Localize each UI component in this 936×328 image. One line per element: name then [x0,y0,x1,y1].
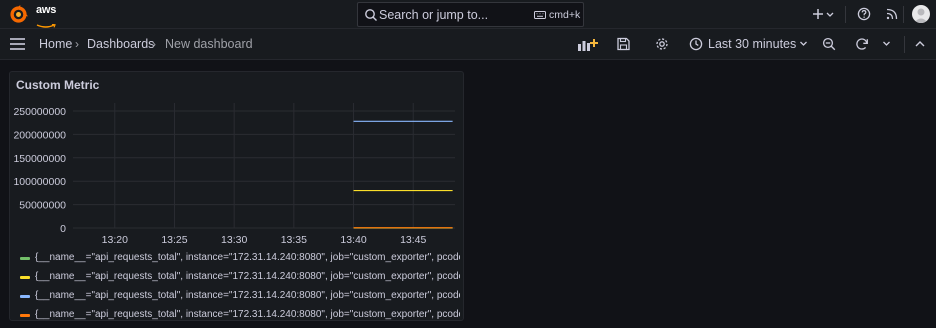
refresh-icon[interactable] [855,37,869,51]
breadcrumb-current: New dashboard [165,37,253,51]
legend-swatch [20,295,30,298]
top-bar: aws Search or jump to... cmd+k [0,0,936,29]
search-icon [365,9,377,21]
collapse-icon[interactable] [914,38,926,50]
settings-icon[interactable] [655,37,669,51]
divider [903,6,904,23]
breadcrumb-home[interactable]: Home [39,37,72,51]
zoom-out-icon[interactable] [822,37,836,51]
avatar[interactable] [912,5,930,23]
legend-swatch [20,276,30,279]
divider [904,36,905,53]
y-axis-tick-label: 200000000 [13,129,66,141]
chart-legend: {__name__="api_requests_total", instance… [20,249,460,325]
menu-icon[interactable] [10,38,25,50]
legend-label: {__name__="api_requests_total", instance… [35,309,460,320]
x-axis-tick-label: 13:45 [400,234,426,246]
plus-icon[interactable] [812,7,824,21]
x-axis-tick-label: 13:20 [102,234,128,246]
legend-swatch [20,314,30,317]
legend-item[interactable]: {__name__="api_requests_total", instance… [20,249,460,268]
chevron-down-icon[interactable] [826,7,834,21]
clock-icon[interactable] [689,37,703,51]
legend-label: {__name__="api_requests_total", instance… [35,271,460,282]
divider [845,6,846,23]
legend-swatch [20,257,30,260]
breadcrumb-dashboards[interactable]: Dashboards [87,37,154,51]
keyboard-icon [534,11,546,19]
legend-label: {__name__="api_requests_total", instance… [35,252,460,263]
breadcrumb-separator: › [152,37,156,51]
news-feed-icon[interactable] [885,7,899,21]
aws-logo-text: aws [36,4,57,16]
search-shortcut: cmd+k [549,9,581,21]
legend-item[interactable]: {__name__="api_requests_total", instance… [20,306,460,325]
x-axis-tick-label: 13:25 [161,234,187,246]
chevron-down-icon[interactable] [799,38,808,50]
y-axis-tick-label: 250000000 [13,106,66,118]
add-panel-icon[interactable] [578,38,598,51]
search-bar[interactable]: Search or jump to... cmd+k [357,2,584,27]
time-series-chart[interactable]: 0 50000000 100000000 150000000 200000000 2500… [10,72,465,247]
x-axis-tick-label: 13:40 [340,234,366,246]
time-range-picker[interactable]: Last 30 minutes [708,37,796,51]
dashboard-nav-bar: Home › Dashboards › New dashboard Last 3… [0,29,936,60]
save-icon[interactable] [617,37,630,51]
y-axis-tick-label: 150000000 [13,153,66,165]
legend-item[interactable]: {__name__="api_requests_total", instance… [20,287,460,306]
search-input[interactable]: Search or jump to... [379,8,488,22]
chevron-down-icon[interactable] [882,38,891,50]
user-avatar-icon [914,8,928,23]
legend-item[interactable]: {__name__="api_requests_total", instance… [20,268,460,287]
help-icon[interactable] [857,7,871,21]
grafana-logo-icon[interactable] [9,5,28,24]
y-axis-tick-label: 50000000 [19,200,66,212]
panel-custom-metric[interactable]: Custom Metric 0 50000000 100000000 15000000… [9,71,464,321]
x-axis-tick-label: 13:35 [281,234,307,246]
y-axis-tick-label: 100000000 [13,176,66,188]
x-axis-tick-label: 13:30 [221,234,247,246]
breadcrumb-separator: › [75,37,79,51]
y-axis-tick-label: 0 [60,223,66,235]
legend-label: {__name__="api_requests_total", instance… [35,290,460,301]
